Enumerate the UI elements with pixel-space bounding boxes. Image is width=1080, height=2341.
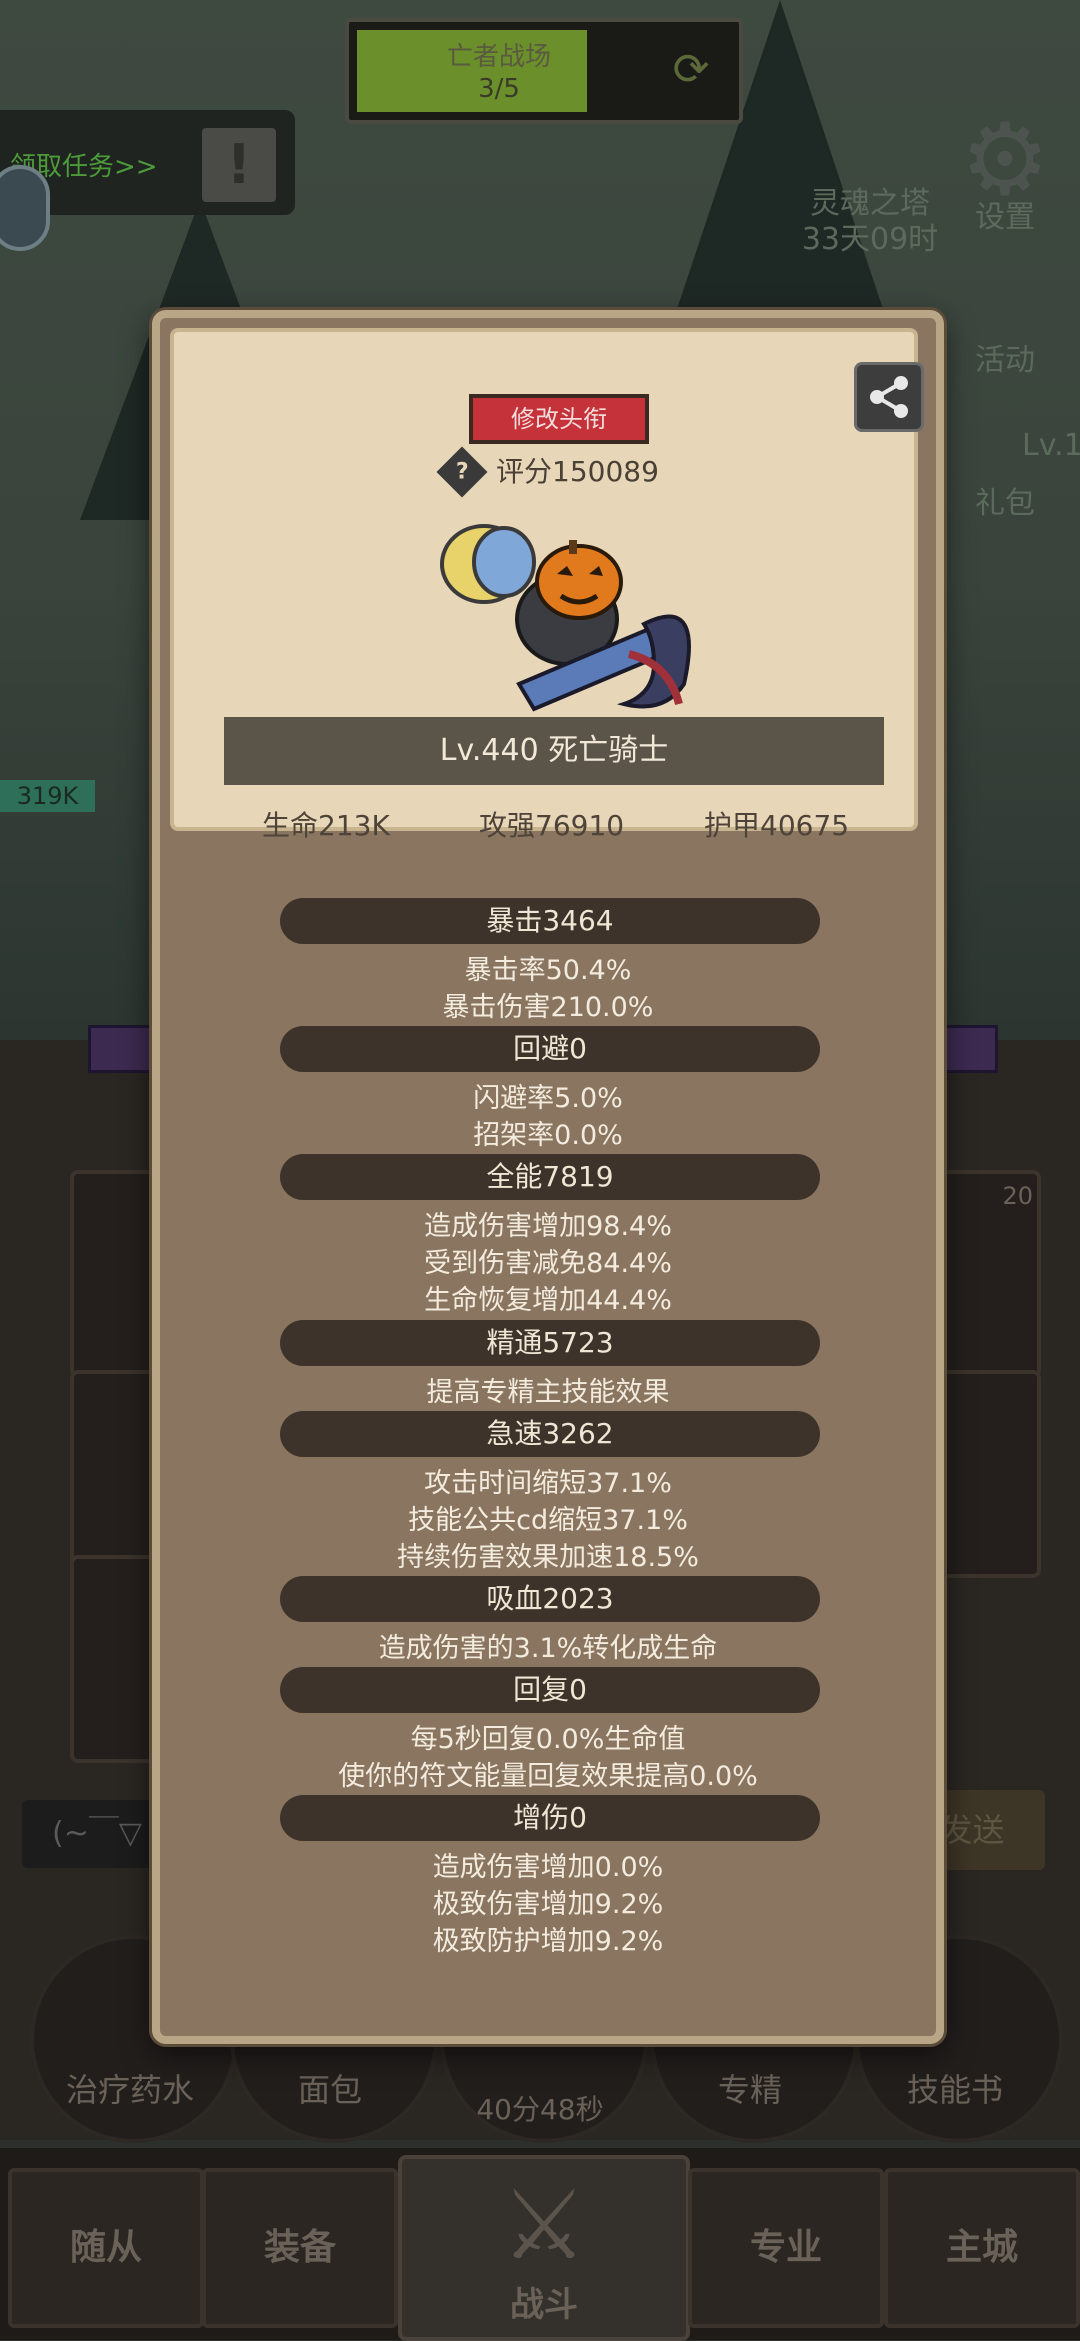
mastery-line: 提高专精主技能效果: [426, 1377, 670, 1408]
score-row: ? 评分150089: [436, 446, 704, 498]
hp-stat: 生命213K: [262, 809, 390, 842]
leech-header: 吸血2023: [280, 1576, 820, 1622]
character-avatar: [440, 524, 691, 712]
damage-boost-header: 增伤0: [280, 1795, 820, 1841]
regen-line: 使你的符文能量回复效果提高0.0%: [338, 1761, 758, 1792]
crit-header: 暴击3464: [280, 898, 820, 944]
versatility-line: 受到伤害减免84.4%: [424, 1248, 672, 1279]
edit-title-button[interactable]: 修改头衔: [469, 394, 649, 444]
score-value: 评分150089: [496, 455, 659, 488]
regen-line: 每5秒回复0.0%生命值: [410, 1724, 686, 1755]
leech-line: 造成伤害的3.1%转化成生命: [378, 1633, 718, 1664]
haste-line: 技能公共cd缩短37.1%: [408, 1505, 688, 1536]
dodge-rate-line: 闪避率5.0%: [473, 1083, 623, 1114]
mastery-header: 精通5723: [280, 1320, 820, 1366]
damage-boost-line: 造成伤害增加0.0%: [432, 1852, 664, 1883]
haste-line: 持续伤害效果加速18.5%: [397, 1542, 699, 1573]
share-button[interactable]: [854, 362, 924, 432]
crit-damage-line: 暴击伤害210.0%: [442, 992, 654, 1023]
haste-header: 急速3262: [280, 1411, 820, 1457]
share-icon: [870, 376, 908, 418]
character-name-banner: Lv.440 死亡骑士: [224, 717, 884, 785]
armor-stat: 护甲40675: [704, 809, 850, 842]
versatility-header: 全能7819: [280, 1154, 820, 1200]
parry-rate-line: 招架率0.0%: [473, 1120, 623, 1151]
regen-header: 回复0: [280, 1667, 820, 1713]
help-icon[interactable]: ?: [436, 446, 488, 498]
damage-boost-line: 极致伤害增加9.2%: [432, 1889, 664, 1920]
profile-header-panel: 修改头衔 ? 评分150089 Lv.440 死亡骑士 生命213K 攻强769…: [170, 328, 924, 842]
crit-rate-line: 暴击率50.4%: [464, 955, 632, 986]
versatility-line: 造成伤害增加98.4%: [424, 1211, 672, 1242]
attack-power-stat: 攻强76910: [479, 809, 625, 842]
damage-boost-line: 极致防护增加9.2%: [432, 1926, 664, 1957]
dodge-header: 回避0: [280, 1026, 820, 1072]
haste-line: 攻击时间缩短37.1%: [424, 1468, 672, 1499]
versatility-line: 生命恢复增加44.4%: [424, 1285, 672, 1316]
character-profile-dialog: 修改头衔 ? 评分150089 Lv.440 死亡骑士 生命213K 攻强769…: [152, 310, 944, 2044]
